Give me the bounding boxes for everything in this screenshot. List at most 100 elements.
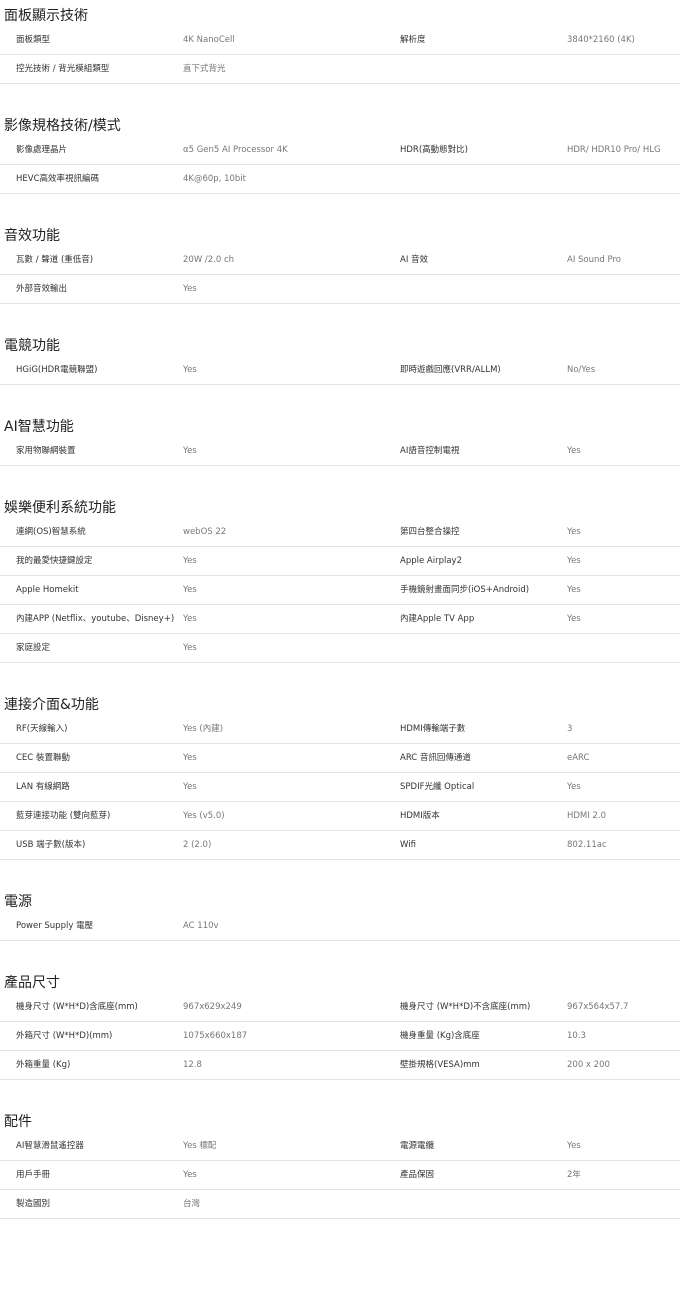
spec-value: HDMI 2.0 — [567, 811, 606, 821]
spec-value: Yes — [183, 782, 197, 792]
spec-value: Yes — [567, 527, 581, 537]
spec-row: 家用物聯網裝置 Yes AI語音控制電視 Yes — [0, 437, 680, 466]
spec-section: 娛樂便利系統功能 連網(OS)智慧系統 webOS 22 第四台整合操控 Yes 我的最愛… — [0, 492, 680, 663]
spec-label: 用戶手冊 — [16, 1170, 51, 1180]
spec-section: 配件 AI智慧滑鼠遙控器 Yes 標配 電源電纜 Yes 用戶手冊 Yes 產品保固 2年 製造國… — [0, 1106, 680, 1219]
spec-label: Power Supply 電壓 — [16, 921, 94, 931]
spec-row: HGiG(HDR電競聯盟) Yes 即時遊戲回應(VRR/ALLM) No/Yes — [0, 356, 680, 385]
spec-label — [400, 55, 567, 70]
spec-value: Yes — [183, 1170, 197, 1180]
spec-row: 連網(OS)智慧系統 webOS 22 第四台整合操控 Yes — [0, 518, 680, 547]
spec-row: 外箱重量 (Kg) 12.8 壁掛規格(VESA)mm 200 x 200 — [0, 1051, 680, 1080]
spec-value: Yes — [567, 446, 581, 456]
spec-label: 家庭設定 — [16, 643, 51, 653]
section-title: 產品尺寸 — [4, 975, 60, 991]
spec-label: 連網(OS)智慧系統 — [16, 527, 86, 537]
spec-value: Yes — [567, 556, 581, 566]
spec-label: 機身尺寸 (W*H*D)含底座(mm) — [16, 1002, 138, 1012]
spec-section: 影像規格技術/模式影像處理晶片 α5 Gen5 AI Processor 4K HD… — [0, 110, 680, 194]
spec-value: AC 110v — [183, 921, 219, 931]
spec-label: Apple Homekit — [16, 585, 79, 595]
spec-section: 面板顯示技術 面板類型 4K NanoCell 解析度 3840*2160 (4K) 控光… — [0, 0, 680, 84]
spec-value: Yes — [183, 284, 197, 294]
spec-row: 家庭設定 Yes — [0, 634, 680, 663]
spec-section: 產品尺寸 機身尺寸 (W*H*D)含底座(mm) 967x629x249 機身尺寸 (… — [0, 967, 680, 1080]
section-title: 影像規格技術/模式 — [4, 118, 121, 134]
spec-value: Yes — [183, 556, 197, 566]
spec-label: 藍芽連接功能 (雙向藍芽) — [16, 811, 111, 821]
spec-row: 面板類型 4K NanoCell 解析度 3840*2160 (4K) — [0, 26, 680, 55]
spec-value — [567, 912, 680, 927]
spec-row: Power Supply 電壓 AC 110v — [0, 912, 680, 941]
spec-section: 電競功能 HGiG(HDR電競聯盟) Yes 即時遊戲回應(VRR/ALLM) No/Y… — [0, 330, 680, 385]
spec-label: 影像處理晶片 — [16, 145, 68, 155]
spec-value: 3 — [567, 724, 573, 734]
spec-section: AI智慧功能 家用物聯網裝置 Yes AI語音控制電視 Yes — [0, 411, 680, 466]
spec-value: Yes 標配 — [183, 1141, 217, 1151]
spec-value: α5 Gen5 AI Processor 4K — [183, 145, 288, 155]
spec-label: 機身重量 (Kg)含底座 — [400, 1031, 480, 1041]
spec-row: Apple Homekit Yes 手機鏡射畫面同步(iOS+Android) Yes — [0, 576, 680, 605]
spec-row: 我的最愛快捷鍵設定 Yes Apple Airplay2 Yes — [0, 547, 680, 576]
spec-label: SPDIF光纖 Optical — [400, 782, 475, 792]
spec-label: ARC 音訊回傳通道 — [400, 753, 471, 763]
spec-value: eARC — [567, 753, 590, 763]
spec-label: RF(天線輸入) — [16, 724, 68, 734]
spec-section: 電源 Power Supply 電壓 AC 110v — [0, 886, 680, 941]
spec-value: 12.8 — [183, 1060, 202, 1070]
spec-label: 家用物聯網裝置 — [16, 446, 76, 456]
spec-row: LAN 有線網路 Yes SPDIF光纖 Optical Yes — [0, 773, 680, 802]
section-title: 音效功能 — [4, 228, 60, 244]
spec-value: Yes — [183, 365, 197, 375]
spec-label: HGiG(HDR電競聯盟) — [16, 365, 98, 375]
spec-value: 967x629x249 — [183, 1002, 242, 1012]
spec-label: AI語音控制電視 — [400, 446, 460, 456]
spec-row: CEC 裝置聯動 Yes ARC 音訊回傳通道 eARC — [0, 744, 680, 773]
spec-value — [567, 1190, 680, 1205]
section-title: 配件 — [4, 1114, 32, 1130]
spec-label: USB 端子數(版本) — [16, 840, 86, 850]
spec-label: 產品保固 — [400, 1170, 435, 1180]
section-title: 娛樂便利系統功能 — [4, 500, 116, 516]
spec-label: 控光技術 / 背光模組類型 — [16, 64, 110, 74]
spec-value: Yes — [183, 585, 197, 595]
spec-row: 機身尺寸 (W*H*D)含底座(mm) 967x629x249 機身尺寸 (W*H*… — [0, 993, 680, 1022]
spec-label: 內建APP (Netflix、youtube、Disney+) — [16, 614, 175, 624]
spec-value: Yes — [183, 614, 197, 624]
spec-value: 1075x660x187 — [183, 1031, 248, 1041]
spec-value: 4K NanoCell — [183, 35, 235, 45]
spec-label: 手機鏡射畫面同步(iOS+Android) — [400, 585, 530, 595]
spec-value: Yes — [567, 782, 581, 792]
spec-label: HDR(高動態對比) — [400, 145, 468, 155]
spec-label: HEVC高效率視訊編碼 — [16, 174, 100, 184]
spec-label: 即時遊戲回應(VRR/ALLM) — [400, 365, 501, 375]
spec-value: 3840*2160 (4K) — [567, 35, 635, 45]
spec-row: 外部音效輸出 Yes — [0, 275, 680, 304]
spec-row: 製造國別 台灣 — [0, 1190, 680, 1219]
spec-value — [567, 165, 680, 180]
section-title: 連接介面&功能 — [4, 697, 99, 713]
spec-label — [400, 634, 567, 649]
spec-value: Yes — [567, 614, 581, 624]
spec-label: Apple Airplay2 — [400, 556, 462, 566]
spec-value: Yes (內建) — [183, 724, 224, 734]
spec-value: AI Sound Pro — [567, 255, 621, 265]
spec-label: 外箱重量 (Kg) — [16, 1060, 71, 1070]
spec-value: Yes — [567, 585, 581, 595]
spec-row: 外箱尺寸 (W*H*D)(mm) 1075x660x187 機身重量 (Kg)含底座… — [0, 1022, 680, 1051]
spec-value: 2年 — [567, 1170, 581, 1180]
spec-label: 內建Apple TV App — [400, 614, 475, 624]
section-title: 電源 — [4, 894, 32, 910]
spec-label: Wifi — [400, 840, 416, 850]
spec-row: 控光技術 / 背光模組類型 直下式背光 — [0, 55, 680, 84]
spec-label: 製造國別 — [16, 1199, 51, 1209]
spec-value: No/Yes — [567, 365, 596, 375]
spec-value: webOS 22 — [183, 527, 227, 537]
spec-value: Yes (v5.0) — [183, 811, 225, 821]
spec-row: 藍芽連接功能 (雙向藍芽) Yes (v5.0) HDMI版本 HDMI 2.0 — [0, 802, 680, 831]
spec-label: LAN 有線網路 — [16, 782, 70, 792]
spec-row: USB 端子數(版本) 2 (2.0) Wifi 802.11ac — [0, 831, 680, 860]
spec-label: 外部音效輸出 — [16, 284, 68, 294]
spec-value: Yes — [183, 753, 197, 763]
spec-label: HDMI版本 — [400, 811, 440, 821]
